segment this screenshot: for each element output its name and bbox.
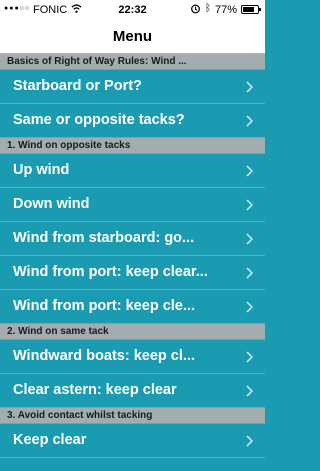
battery-percentage: 77% — [215, 4, 238, 16]
menu-row[interactable]: Wind from port: keep clear... — [0, 256, 265, 290]
chevron-right-icon — [246, 115, 253, 127]
chevron-right-icon — [246, 301, 253, 313]
section-header: Basics of Right of Way Rules: Wind ... — [0, 54, 265, 70]
menu-row[interactable]: Clear astern: keep clear — [0, 374, 265, 408]
section-header: 3. Avoid contact whilst tacking — [0, 408, 265, 424]
bluetooth-icon: ᛒ — [205, 3, 211, 14]
page-title: Menu — [112, 28, 153, 45]
menu-row[interactable]: Same or opposite tacks? — [0, 104, 265, 138]
menu-row-label: Same or opposite tacks? — [13, 112, 185, 128]
menu-row-label: Up wind — [13, 162, 70, 178]
menu-row-label: Windward boats: keep cl... — [13, 348, 195, 364]
chevron-right-icon — [246, 351, 253, 363]
menu-row-label: Wind from port: keep cle... — [13, 298, 195, 314]
menu-row-label: Keep clear — [13, 432, 87, 448]
chevron-right-icon — [246, 385, 253, 397]
section-header: 2. Wind on same tack — [0, 324, 265, 340]
menu-row-label: Wind from port: keep clear... — [13, 264, 208, 280]
menu-row[interactable]: Wind from starboard: go... — [0, 222, 265, 256]
chevron-right-icon — [246, 233, 253, 245]
menu-row[interactable]: Up wind — [0, 154, 265, 188]
menu-row-label: Clear astern: keep clear — [13, 382, 177, 398]
chevron-right-icon — [246, 165, 253, 177]
menu-row[interactable]: Keep clear — [0, 424, 265, 458]
menu-list[interactable]: Basics of Right of Way Rules: Wind ... St… — [0, 54, 265, 458]
menu-row-label: Down wind — [13, 196, 90, 212]
menu-row[interactable]: Windward boats: keep cl... — [0, 340, 265, 374]
alarm-icon — [191, 4, 200, 14]
battery-icon — [241, 5, 261, 14]
battery-level — [243, 7, 254, 12]
chevron-right-icon — [246, 199, 253, 211]
status-bar: ●●●○○ FONIC 22:32 ᛒ 77% — [0, 0, 265, 20]
chevron-right-icon — [246, 435, 253, 447]
menu-row-label: Wind from starboard: go... — [13, 230, 195, 246]
chevron-right-icon — [246, 267, 253, 279]
section-header: 1. Wind on opposite tacks — [0, 138, 265, 154]
menu-row-label: Starboard or Port? — [13, 78, 142, 94]
navigation-bar: Menu — [0, 20, 265, 54]
menu-row[interactable]: Starboard or Port? — [0, 70, 265, 104]
menu-row[interactable]: Wind from port: keep cle... — [0, 290, 265, 324]
chevron-right-icon — [246, 81, 253, 93]
menu-row[interactable]: Down wind — [0, 188, 265, 222]
